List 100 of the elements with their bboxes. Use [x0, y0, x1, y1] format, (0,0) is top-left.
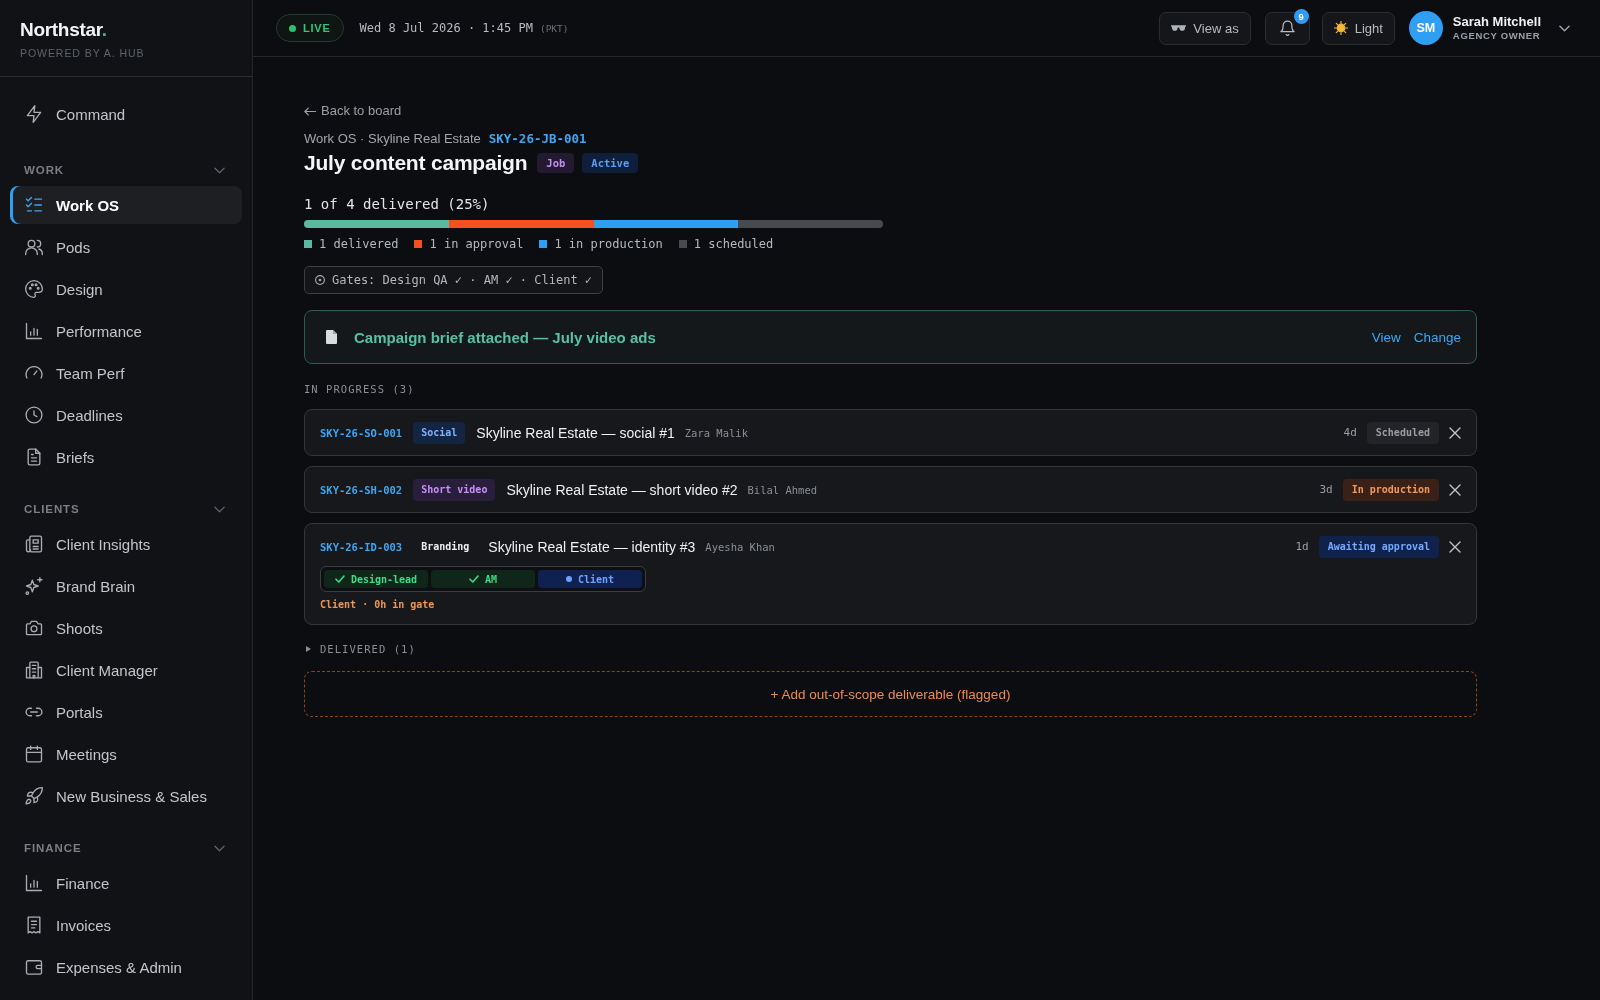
- sun-icon: [1333, 21, 1348, 35]
- close-icon: [1449, 540, 1461, 553]
- deliverable-row[interactable]: SKY-26-ID-003 Branding Skyline Real Estate — identity #3 Ayesha Khan 1d Awaiting approval Design-lead AM Client Client · 0h in gate: [304, 523, 1477, 625]
- close-icon: [1449, 483, 1461, 496]
- nav-item[interactable]: Shoots: [10, 609, 242, 647]
- age-text: 3d: [1319, 483, 1333, 496]
- deliverable-code: SKY-26-SO-001: [320, 426, 403, 439]
- calendar-icon: [24, 744, 44, 764]
- gate-label: Client: [577, 573, 615, 585]
- newspaper-icon: [24, 534, 44, 554]
- deliverable-title: Skyline Real Estate — social #1: [476, 424, 675, 441]
- target-icon: [315, 275, 325, 285]
- gate-note: Client · 0h in gate: [320, 598, 435, 612]
- palette-icon: [24, 279, 44, 299]
- timezone-text: (PKT): [539, 22, 569, 34]
- category-tag: Branding: [413, 535, 478, 558]
- back-link[interactable]: Back to board: [304, 102, 402, 120]
- category-tag: Social: [413, 421, 466, 444]
- close-icon: [1449, 426, 1461, 439]
- section-header[interactable]: WORK: [10, 160, 242, 180]
- nav-item[interactable]: Deadlines: [10, 396, 242, 434]
- close-button[interactable]: [1449, 540, 1461, 553]
- progress-summary: 1 of 4 delivered (25%): [304, 195, 490, 214]
- nav-item[interactable]: Team Perf: [10, 354, 242, 392]
- date-time-text: Wed 8 Jul 2026 · 1:45 PM: [359, 21, 533, 35]
- people-icon: [24, 237, 44, 257]
- wallet-icon: [24, 957, 44, 977]
- clock-icon: [24, 405, 44, 425]
- deliverable-title: Skyline Real Estate — short video #2: [506, 481, 738, 498]
- brief-action-link[interactable]: View: [1371, 329, 1401, 345]
- page-title: July content campaign: [304, 150, 528, 176]
- rocket-icon: [24, 786, 44, 806]
- close-button[interactable]: [1449, 426, 1461, 439]
- gate-label: Design-lead: [350, 573, 418, 585]
- status-badge: Scheduled: [1366, 421, 1439, 444]
- deliverable-title: Skyline Real Estate — identity #3: [488, 538, 696, 555]
- age-text: 1d: [1295, 540, 1309, 553]
- brand-logo: Northstar.: [20, 19, 107, 41]
- job-code: SKY-26-JB-001: [488, 130, 587, 148]
- nav-item[interactable]: Expenses & Admin: [10, 948, 242, 986]
- legend-label: 1 in production: [554, 236, 663, 252]
- deliverable-row[interactable]: SKY-26-SO-001 Social Skyline Real Estate — social #1 Zara Malik 4d Scheduled: [304, 409, 1477, 456]
- nav-item[interactable]: New Business & Sales: [10, 777, 242, 815]
- assignee-name: Ayesha Khan: [705, 540, 775, 553]
- document-icon: [326, 330, 337, 344]
- nav-item[interactable]: Briefs: [10, 438, 242, 476]
- chevron-down-icon[interactable]: [1559, 24, 1570, 32]
- glasses-icon: [1171, 25, 1187, 31]
- nav-item[interactable]: Invoices: [10, 906, 242, 944]
- brand-tagline: POWERED BY A. HUB: [20, 47, 145, 60]
- building-icon: [24, 660, 44, 680]
- checklist-icon: [24, 195, 44, 215]
- user-avatar: SM: [1408, 11, 1443, 45]
- nav-item[interactable]: Portals: [10, 693, 242, 731]
- section-header[interactable]: FINANCE: [10, 838, 242, 858]
- nav-item[interactable]: Meetings: [10, 735, 242, 773]
- age-text: 4d: [1343, 426, 1357, 439]
- user-name: Sarah Mitchell: [1452, 14, 1541, 30]
- section-header[interactable]: CLIENTS: [10, 499, 242, 519]
- deliverable-code: SKY-26-SH-002: [320, 483, 403, 496]
- bell-icon: [1279, 20, 1295, 36]
- brief-title: Campaign brief attached — July video ads: [354, 328, 656, 346]
- nav-item[interactable]: Performance: [10, 312, 242, 350]
- job-badge: Job: [537, 153, 575, 173]
- nav-item[interactable]: Pods: [10, 228, 242, 266]
- check-icon: [334, 575, 345, 583]
- user-role: AGENCY OWNER: [1452, 30, 1541, 42]
- legend-label: 1 delivered: [319, 236, 399, 252]
- nav-item[interactable]: Client Manager: [10, 651, 242, 689]
- bar-chart-icon: [24, 321, 44, 341]
- nav-item[interactable]: Command: [10, 95, 242, 133]
- assignee-name: Zara Malik: [684, 426, 748, 439]
- category-tag: Short video: [413, 478, 496, 501]
- check-icon: [468, 575, 479, 583]
- live-label: LIVE: [303, 22, 331, 34]
- view-as-button[interactable]: View as: [1159, 11, 1251, 45]
- section-toggle[interactable]: DELIVERED (1): [304, 641, 416, 657]
- sparkle-icon: [24, 576, 44, 596]
- nav-item[interactable]: Work OS: [10, 186, 242, 224]
- status-badge: In production: [1342, 478, 1439, 501]
- gate-label: AM: [484, 573, 497, 585]
- nav-item[interactable]: Design: [10, 270, 242, 308]
- theme-button[interactable]: Light: [1321, 11, 1395, 45]
- nav-item[interactable]: Finance: [10, 864, 242, 902]
- deliverable-code: SKY-26-ID-003: [320, 540, 403, 553]
- nav-item[interactable]: Brand Brain: [10, 567, 242, 605]
- assignee-name: Bilal Ahmed: [747, 483, 818, 496]
- section-heading: IN PROGRESS (3): [304, 382, 415, 397]
- nav-item[interactable]: Client Insights: [10, 525, 242, 563]
- lightning-icon: [24, 104, 44, 124]
- add-deliverable-button[interactable]: + Add out-of-scope deliverable (flagged): [304, 671, 1477, 717]
- status-badge: Awaiting approval: [1318, 535, 1439, 558]
- dot-icon: [565, 576, 572, 582]
- close-button[interactable]: [1449, 483, 1461, 496]
- legend-label: 1 scheduled: [693, 236, 774, 252]
- job-badge: Active: [582, 153, 639, 173]
- deliverable-row[interactable]: SKY-26-SH-002 Short video Skyline Real Estate — short video #2 Bilal Ahmed 3d In production: [304, 466, 1477, 513]
- brief-action-link[interactable]: Change: [1413, 329, 1461, 345]
- bar-chart-icon: [24, 873, 44, 893]
- camera-icon: [24, 618, 44, 638]
